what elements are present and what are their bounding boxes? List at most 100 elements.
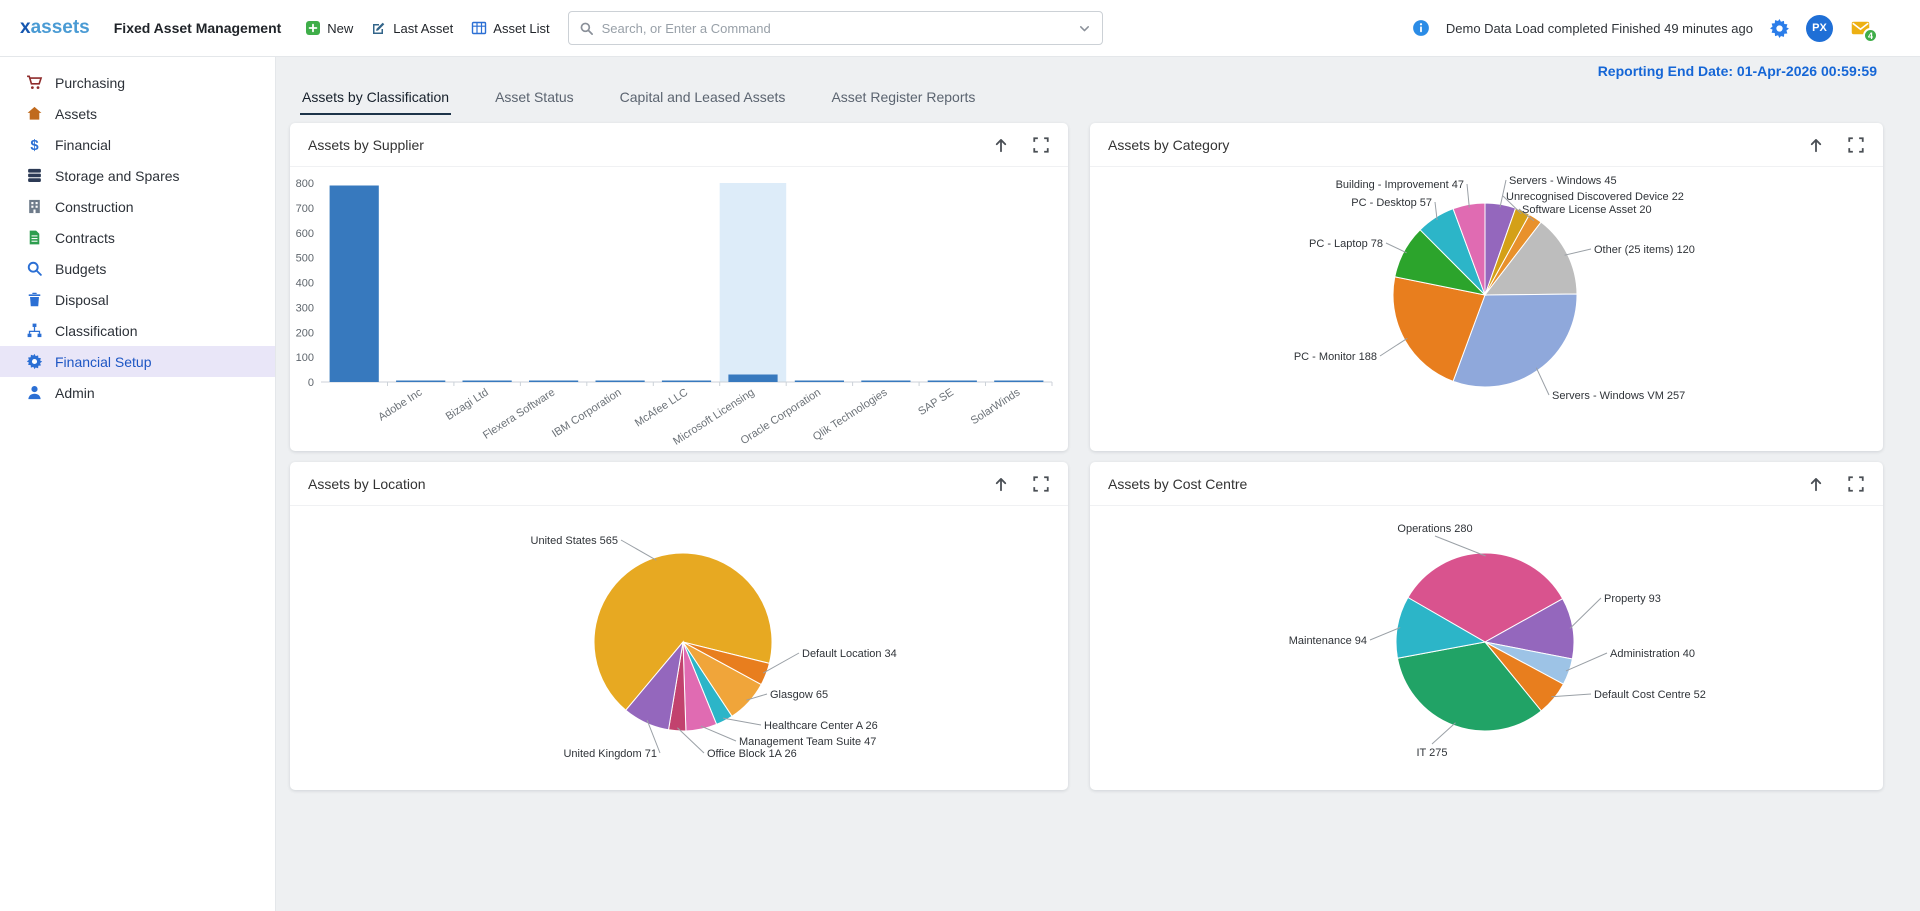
sidebar-item-label: Classification [55, 323, 137, 339]
svg-text:0: 0 [308, 377, 314, 389]
export-arrow-up-icon[interactable] [992, 475, 1010, 493]
card-assets-by-supplier: Assets by Supplier 010020030040050060070… [290, 123, 1068, 451]
svg-text:600: 600 [296, 228, 314, 240]
svg-text:Other (25 items) 120: Other (25 items) 120 [1594, 244, 1695, 256]
sidebar-item-financial-setup[interactable]: Financial Setup [0, 346, 275, 377]
expand-icon[interactable] [1847, 136, 1865, 154]
sidebar-item-label: Financial [55, 137, 111, 153]
export-arrow-up-icon[interactable] [1807, 475, 1825, 493]
svg-text:Building - Improvement 47: Building - Improvement 47 [1336, 179, 1464, 191]
expand-icon[interactable] [1032, 136, 1050, 154]
svg-text:McAfee LLC: McAfee LLC [633, 386, 690, 429]
app-logo[interactable]: xassets [20, 17, 90, 39]
export-arrow-up-icon[interactable] [992, 136, 1010, 154]
sitemap-icon [26, 322, 43, 339]
sidebar-item-disposal[interactable]: Disposal [0, 284, 275, 315]
svg-text:Flexera Software: Flexera Software [481, 386, 557, 441]
mail-badge: 4 [1863, 28, 1878, 43]
trash-icon [26, 291, 43, 308]
card-actions [1807, 475, 1865, 493]
card-actions [1807, 136, 1865, 154]
gear-icon [26, 353, 43, 370]
mail-button[interactable]: 4 [1849, 18, 1872, 38]
chevron-down-icon[interactable] [1077, 21, 1092, 36]
plus-icon [305, 20, 321, 36]
expand-icon[interactable] [1847, 475, 1865, 493]
tab-assets-by-classification[interactable]: Assets by Classification [300, 83, 451, 115]
assets-by-category-chart[interactable]: Servers - Windows 45Unrecognised Discove… [1090, 167, 1883, 450]
sidebar-item-contracts[interactable]: Contracts [0, 222, 275, 253]
settings-gear-icon[interactable] [1769, 18, 1790, 39]
search-icon [579, 21, 594, 36]
svg-text:Property 93: Property 93 [1604, 593, 1661, 605]
search-input[interactable] [602, 21, 1069, 36]
expand-icon[interactable] [1032, 475, 1050, 493]
sidebar-item-label: Storage and Spares [55, 168, 180, 184]
svg-text:Software License Asset 20: Software License Asset 20 [1522, 204, 1652, 216]
svg-text:Management Team Suite 47: Management Team Suite 47 [739, 736, 876, 748]
svg-text:Glasgow 65: Glasgow 65 [770, 689, 828, 701]
svg-text:Administration 40: Administration 40 [1610, 648, 1695, 660]
magnifier-icon [26, 260, 43, 277]
sidebar-item-budgets[interactable]: Budgets [0, 253, 275, 284]
svg-text:200: 200 [296, 327, 314, 339]
assets-by-cost-centre-chart[interactable]: Operations 280Property 93Administration … [1090, 506, 1883, 789]
tab-asset-register-reports[interactable]: Asset Register Reports [829, 83, 977, 115]
svg-text:300: 300 [296, 302, 314, 314]
svg-text:$: $ [30, 138, 39, 153]
asset-list-button[interactable]: Asset List [471, 20, 549, 36]
sidebar-item-label: Assets [55, 106, 97, 122]
assets-by-supplier-chart[interactable]: 0100200300400500600700800Adobe IncBizagi… [290, 167, 1068, 450]
cart-icon [26, 74, 43, 91]
svg-text:SolarWinds: SolarWinds [969, 386, 1023, 427]
table-icon [471, 20, 487, 36]
button-label: Last Asset [393, 21, 453, 36]
topbar: xassets Fixed Asset Management New Last A… [0, 0, 1920, 57]
svg-text:700: 700 [296, 203, 314, 215]
card-title: Assets by Location [308, 476, 426, 492]
svg-text:Adobe Inc: Adobe Inc [376, 386, 425, 423]
sidebar-item-label: Disposal [55, 292, 109, 308]
sidebar-item-classification[interactable]: Classification [0, 315, 275, 346]
logo-x: x [20, 17, 31, 38]
svg-text:IBM Corporation: IBM Corporation [550, 386, 624, 440]
sidebar-item-construction[interactable]: Construction [0, 191, 275, 222]
card-actions [992, 475, 1050, 493]
reporting-end-date: Reporting End Date: 01-Apr-2026 00:59:59 [290, 57, 1883, 81]
sidebar-item-label: Admin [55, 385, 95, 401]
tab-asset-status[interactable]: Asset Status [493, 83, 576, 115]
card-title: Assets by Cost Centre [1108, 476, 1247, 492]
svg-text:100: 100 [296, 352, 314, 364]
sidebar-item-label: Contracts [55, 230, 115, 246]
svg-text:IT 275: IT 275 [1417, 747, 1448, 759]
search-bar [568, 11, 1103, 45]
main-content: Reporting End Date: 01-Apr-2026 00:59:59… [276, 57, 1920, 911]
sidebar-item-label: Financial Setup [55, 354, 152, 370]
tabs: Assets by Classification Asset Status Capi… [290, 81, 1883, 115]
building-icon [26, 198, 43, 215]
sidebar-item-assets[interactable]: Assets [0, 98, 275, 129]
export-arrow-up-icon[interactable] [1807, 136, 1825, 154]
sidebar-item-admin[interactable]: Admin [0, 377, 275, 408]
svg-text:Unrecognised Discovered Device: Unrecognised Discovered Device 22 [1506, 191, 1684, 203]
sidebar-item-label: Purchasing [55, 75, 125, 91]
svg-text:Default Location 34: Default Location 34 [802, 648, 897, 660]
sidebar-item-label: Construction [55, 199, 134, 215]
user-avatar[interactable]: PX [1806, 15, 1833, 42]
card-header: Assets by Category [1090, 123, 1883, 167]
sidebar: Purchasing Assets $ Financial Storage and Sp… [0, 57, 276, 911]
svg-text:Qlik Technologies: Qlik Technologies [811, 386, 890, 443]
sidebar-item-purchasing[interactable]: Purchasing [0, 67, 275, 98]
sidebar-item-label: Budgets [55, 261, 106, 277]
last-asset-button[interactable]: Last Asset [371, 20, 453, 36]
assets-by-location-chart[interactable]: United States 565Default Location 34Glas… [290, 506, 1068, 789]
sidebar-item-storage-and-spares[interactable]: Storage and Spares [0, 160, 275, 191]
info-icon[interactable] [1412, 19, 1430, 37]
tab-capital-and-leased-assets[interactable]: Capital and Leased Assets [618, 83, 788, 115]
home-icon [26, 105, 43, 122]
sidebar-item-financial[interactable]: $ Financial [0, 129, 275, 160]
svg-text:400: 400 [296, 278, 314, 290]
app-title: Fixed Asset Management [114, 20, 282, 36]
dollar-icon: $ [26, 136, 43, 153]
new-button[interactable]: New [305, 20, 353, 36]
